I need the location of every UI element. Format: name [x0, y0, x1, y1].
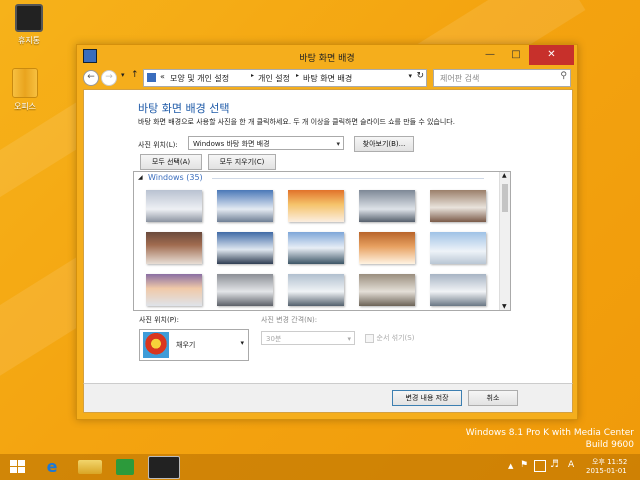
- wallpaper-thumbnail[interactable]: [430, 232, 486, 264]
- wallpaper-thumbnail[interactable]: [359, 190, 415, 222]
- scroll-up-icon[interactable]: ▲: [502, 172, 507, 179]
- checkbox-box[interactable]: [365, 333, 374, 343]
- windows-logo-pane: [18, 467, 25, 473]
- wallpaper-thumbnail[interactable]: [359, 232, 415, 264]
- wallpaper-thumbnail[interactable]: [430, 274, 486, 306]
- close-button[interactable]: ✕: [529, 45, 574, 65]
- browse-button[interactable]: 찾아보기(B)...: [354, 136, 414, 152]
- back-button[interactable]: ←: [83, 70, 99, 86]
- wallpaper-thumbnail[interactable]: [146, 274, 202, 306]
- maximize-button[interactable]: □: [503, 45, 529, 65]
- recent-locations-chevron-icon[interactable]: ▾: [121, 71, 125, 79]
- desktop-icon-label: 휴지통: [17, 36, 41, 45]
- breadcrumb-item[interactable]: 개인 설정: [258, 73, 290, 84]
- office-folder-icon: [12, 68, 38, 98]
- wallpaper-thumbnail[interactable]: [359, 274, 415, 306]
- wallpaper-thumbnail[interactable]: [430, 190, 486, 222]
- breadcrumb-separator: ▸: [296, 72, 300, 79]
- change-interval-label: 사진 변경 간격(N):: [261, 316, 318, 324]
- breadcrumb-item[interactable]: 바탕 화면 배경: [303, 73, 352, 84]
- wallpaper-grid[interactable]: ◢ Windows (35) ▲ ▼: [133, 171, 511, 311]
- control-panel-icon[interactable]: [148, 456, 180, 479]
- search-input[interactable]: 제어판 검색: [440, 73, 479, 84]
- flag-icon[interactable]: ⚑: [520, 460, 528, 470]
- clock-date[interactable]: 2015-01-01: [586, 467, 627, 475]
- breadcrumb-item[interactable]: 모양 및 개인 설정: [170, 73, 229, 84]
- chevron-down-icon: ▾: [347, 335, 351, 343]
- group-divider: [212, 178, 484, 179]
- fill-position-icon: [143, 332, 169, 358]
- picture-location-value: Windows 바탕 화면 배경: [193, 140, 270, 148]
- wallpaper-thumbnail[interactable]: [146, 190, 202, 222]
- address-bar[interactable]: « 모양 및 개인 설정 ▸ 개인 설정 ▸ 바탕 화면 배경 ▾ ↻: [143, 69, 427, 87]
- desktop-icon-office[interactable]: 오피스: [0, 68, 50, 112]
- collapse-group-icon[interactable]: ◢: [138, 174, 143, 181]
- wallpaper-thumbnail[interactable]: [288, 232, 344, 264]
- select-all-button[interactable]: 모두 선택(A): [140, 154, 202, 170]
- store-icon[interactable]: [116, 459, 134, 475]
- breadcrumb-separator: ▸: [251, 72, 255, 79]
- network-icon[interactable]: [534, 460, 546, 472]
- breadcrumb-overflow[interactable]: «: [160, 72, 165, 81]
- os-watermark-line1: Windows 8.1 Pro K with Media Center: [465, 428, 634, 438]
- address-row: ← → ▾ ↑ « 모양 및 개인 설정 ▸ 개인 설정 ▸ 바탕 화면 배경 …: [83, 69, 571, 87]
- picture-position-label: 사진 위치(P):: [139, 316, 180, 324]
- picture-position-combobox[interactable]: 채우기 ▾: [139, 329, 249, 361]
- ie-icon[interactable]: e: [40, 457, 64, 477]
- picture-location-combobox[interactable]: Windows 바탕 화면 배경 ▾: [188, 136, 344, 150]
- wallpaper-thumbnail[interactable]: [217, 190, 273, 222]
- clear-all-button[interactable]: 모두 지우기(C): [208, 154, 276, 170]
- clock-time[interactable]: 오후 11:52: [592, 457, 627, 467]
- chevron-down-icon: ▾: [240, 339, 244, 347]
- wallpaper-thumbnail[interactable]: [288, 274, 344, 306]
- windows-logo-pane: [18, 460, 25, 466]
- wallpaper-thumbnail[interactable]: [288, 190, 344, 222]
- search-icon[interactable]: ⚲: [560, 71, 567, 81]
- show-hidden-icons-icon[interactable]: ▲: [508, 462, 513, 470]
- wallpaper-thumbnail[interactable]: [217, 274, 273, 306]
- desktop-icon-label: 오피스: [13, 102, 37, 111]
- cancel-button[interactable]: 취소: [468, 390, 518, 406]
- scroll-thumb[interactable]: [502, 184, 508, 212]
- shuffle-label: 순서 섞기(S): [376, 334, 415, 342]
- footer-bar: 변경 내용 저장 취소: [83, 383, 573, 413]
- picture-location-label: 사진 위치(L):: [138, 141, 178, 149]
- explorer-icon[interactable]: [78, 460, 102, 474]
- volume-icon[interactable]: ♬: [550, 459, 559, 470]
- control-panel-breadcrumb-icon: [147, 73, 156, 82]
- desktop-icon-recycle-bin[interactable]: 휴지통: [4, 4, 54, 46]
- minimize-button[interactable]: —: [477, 45, 503, 65]
- vertical-scrollbar[interactable]: ▲ ▼: [499, 172, 510, 310]
- search-box[interactable]: 제어판 검색 ⚲: [433, 69, 571, 87]
- taskbar: e ▲ ⚑ ♬ A 오후 11:52 2015-01-01: [0, 454, 640, 480]
- recycle-bin-icon: [15, 4, 43, 32]
- shuffle-checkbox[interactable]: 순서 섞기(S): [365, 333, 414, 343]
- page-description: 바탕 화면 배경으로 사용할 사진을 한 개 클릭하세요. 두 개 이상을 클릭…: [138, 118, 455, 126]
- windows-logo-pane: [10, 460, 17, 466]
- start-icon[interactable]: [6, 457, 30, 477]
- address-dropdown-icon[interactable]: ▾: [408, 72, 412, 80]
- chevron-down-icon: ▾: [336, 140, 340, 148]
- wallpaper-thumbnail[interactable]: [217, 232, 273, 264]
- windows-logo-pane: [10, 467, 17, 473]
- scroll-down-icon[interactable]: ▼: [502, 303, 507, 310]
- change-interval-combobox[interactable]: 30분 ▾: [261, 331, 355, 345]
- desktop-background-window: 바탕 화면 배경 — □ ✕ ← → ▾ ↑ « 모양 및 개인 설정 ▸ 개인…: [76, 44, 578, 420]
- up-arrow-icon[interactable]: ↑: [131, 70, 139, 80]
- picture-position-value: 채우기: [176, 341, 196, 349]
- save-changes-button[interactable]: 변경 내용 저장: [392, 390, 462, 406]
- os-watermark-line2: Build 9600: [585, 440, 634, 450]
- title-bar[interactable]: 바탕 화면 배경 — □ ✕: [77, 45, 577, 69]
- wallpaper-group-label[interactable]: Windows (35): [148, 173, 203, 182]
- ime-indicator[interactable]: A: [568, 460, 574, 470]
- forward-button[interactable]: →: [101, 70, 117, 86]
- wallpaper-thumbnail[interactable]: [146, 232, 202, 264]
- change-interval-value: 30분: [266, 335, 282, 343]
- refresh-icon[interactable]: ↻: [416, 71, 424, 81]
- page-heading: 바탕 화면 배경 선택: [138, 102, 230, 115]
